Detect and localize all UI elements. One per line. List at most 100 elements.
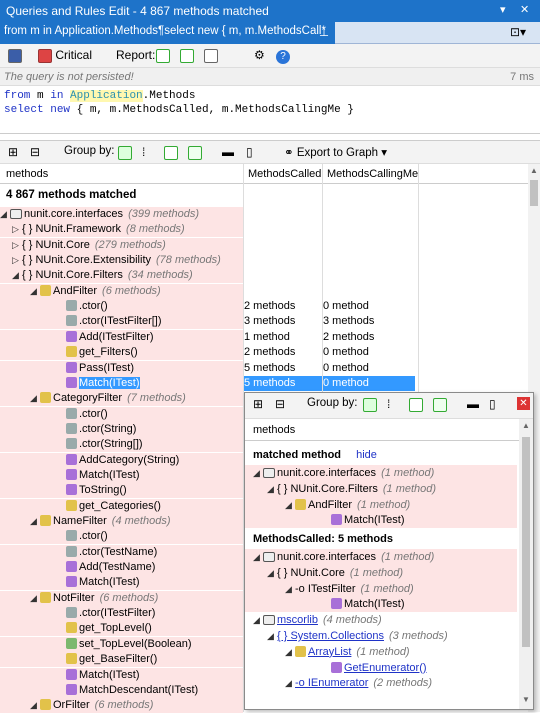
popup-tree-row[interactable]: ◢ nunit.core.interfaces (1 method) [245,465,517,481]
methods-called-cell[interactable]: 5 methods [244,375,322,391]
pin-icon[interactable]: ⊥ [319,25,329,39]
folder-icon[interactable]: ▬ [222,145,234,159]
group-tree-icon[interactable]: ⁞ [387,397,390,411]
help-icon[interactable]: ? [276,48,290,64]
report-table-icon[interactable] [156,48,170,63]
scroll-up-icon[interactable]: ▲ [530,166,538,175]
save-icon[interactable] [8,48,22,63]
methods-calling-me-cell[interactable]: 0 method [323,375,415,391]
gear-icon[interactable]: ⚙ [254,48,265,62]
popup-tree-row[interactable]: Match(ITest) [245,512,517,529]
tree-row[interactable]: ◢ nunit.core.interfaces (399 methods) [0,207,528,222]
tree-row[interactable]: ▷{ } NUnit.Framework (8 methods) [0,222,528,238]
column-methods[interactable]: methods [6,168,48,180]
scroll-thumb[interactable] [522,437,530,647]
collapse-all-icon[interactable]: ⊟ [275,397,285,411]
expand-arrow-icon[interactable]: ◢ [285,675,295,691]
expand-arrow-icon[interactable]: ◢ [30,514,40,529]
tree-row[interactable]: Pass(ITest) 5 methods 0 method [0,360,528,376]
document-icon[interactable]: ▯ [246,145,253,159]
column-methods-calling-me[interactable]: MethodsCallingMe [327,168,418,180]
expand-arrow-icon[interactable]: ◢ [253,465,263,481]
group-tree-icon[interactable]: ⁞ [142,145,145,159]
group-flat-icon[interactable] [409,397,423,412]
popup-tree-row[interactable]: ◢ mscorlib (4 methods) [245,612,517,628]
group-assembly-icon[interactable] [363,397,377,412]
window-menu-icon[interactable]: ⊡▾ [510,25,526,39]
group-flat-icon[interactable] [164,145,178,160]
close-popup-button[interactable]: ✕ [517,397,530,410]
report-chart-icon[interactable] [180,48,194,63]
scroll-up-icon[interactable]: ▲ [522,421,530,430]
expand-arrow-icon[interactable]: ◢ [30,284,40,299]
methods-called-cell[interactable]: 3 methods [244,314,322,329]
expand-arrow-icon[interactable]: ◢ [267,481,277,497]
methods-calling-me-cell[interactable]: 0 method [323,361,415,376]
export-to-graph-button[interactable]: ⚭ Export to Graph ▾ [284,145,387,159]
tree-row[interactable]: ▷{ } NUnit.Core.Extensibility (78 methods… [0,253,528,269]
scroll-down-icon[interactable]: ▼ [522,695,530,704]
expand-arrow-icon[interactable]: ◢ [30,591,40,606]
expand-arrow-icon[interactable]: ◢ [12,268,22,283]
popup-tree-row[interactable]: Match(ITest) [245,596,517,613]
dropdown-icon[interactable]: ▾ [500,3,506,16]
critical-button[interactable]: Critical [38,48,92,63]
expand-arrow-icon[interactable]: ◢ [267,628,277,644]
tree-row[interactable]: ◢{ } NUnit.Core.Filters (34 methods) [0,268,528,284]
tree-row[interactable]: .ctor(ITestFilter[]) 3 methods 3 methods [0,314,528,330]
popup-tree-label: nunit.core.interfaces [277,467,377,479]
tree-row[interactable]: Match(ITest) 5 methods 0 method [0,375,528,391]
expand-arrow-icon[interactable]: ◢ [30,698,40,713]
methods-calling-me-cell[interactable]: 3 methods [323,314,415,329]
query-tab[interactable]: from m in Application.Methods¶select new… [0,22,335,44]
column-methods-called[interactable]: MethodsCalled [248,168,321,180]
popup-scrollbar[interactable]: ▲ ▼ [519,419,533,709]
expand-arrow-icon[interactable]: ▷ [12,222,22,237]
methods-calling-me-cell[interactable]: 2 methods [323,330,415,345]
expand-arrow-icon[interactable]: ◢ [285,497,295,513]
popup-tree-row[interactable]: ◢ -o ITestFilter (1 method) [245,580,517,597]
popup-tree-row[interactable]: ◢ -o IEnumerator (2 methods) [245,675,517,691]
scroll-thumb[interactable] [530,180,538,206]
tree-row[interactable]: .ctor() 2 methods 0 method [0,299,528,315]
document-icon[interactable]: ▯ [489,397,496,411]
expand-arrow-icon[interactable]: ◢ [30,391,40,406]
popup-column-header[interactable]: methods [245,419,533,441]
expand-arrow-icon[interactable]: ◢ [253,612,263,628]
methods-calling-me-cell[interactable]: 0 method [323,345,415,360]
expand-arrow-icon[interactable]: ▷ [12,238,22,253]
methods-called-cell[interactable]: 2 methods [244,299,322,314]
hide-link[interactable]: hide [356,449,377,461]
tree-row[interactable]: ▷{ } NUnit.Core (279 methods) [0,237,528,253]
tree-row[interactable]: Add(ITestFilter) 1 method 2 methods [0,329,528,345]
close-icon[interactable]: ✕ [520,3,529,16]
group-assembly-icon[interactable] [118,145,132,160]
popup-tree-row[interactable]: GetEnumerator() [245,660,517,676]
report-options-icon[interactable] [204,48,218,63]
popup-tree-row[interactable]: ◢ nunit.core.interfaces (1 method) [245,549,517,565]
group-namespace-icon[interactable] [433,397,447,412]
query-editor[interactable]: from m in Application.Methods select new… [0,86,540,134]
tree-row[interactable]: ◢ AndFilter (6 methods) [0,283,528,299]
popup-tree-row[interactable]: ◢ ArrayList (1 method) [245,644,517,660]
expand-arrow-icon[interactable]: ◢ [0,207,10,222]
expand-arrow-icon[interactable]: ▷ [12,253,22,268]
expand-arrow-icon[interactable]: ◢ [267,565,277,581]
group-namespace-icon[interactable] [188,145,202,160]
methods-calling-me-cell[interactable]: 0 method [323,299,415,314]
popup-tree-row[interactable]: ◢{ } NUnit.Core (1 method) [245,564,517,581]
collapse-all-icon[interactable]: ⊟ [30,145,40,159]
methods-called-cell[interactable]: 5 methods [244,361,322,376]
expand-all-icon[interactable]: ⊞ [8,145,18,159]
tree-row[interactable]: get_Filters() 2 methods 0 method [0,345,528,361]
expand-arrow-icon[interactable]: ◢ [285,581,295,597]
popup-tree-row[interactable]: ◢{ } System.Collections (3 methods) [245,628,517,644]
popup-tree-row[interactable]: ◢{ } NUnit.Core.Filters (1 method) [245,480,517,497]
popup-tree-row[interactable]: ◢ AndFilter (1 method) [245,496,517,513]
methods-called-cell[interactable]: 2 methods [244,345,322,360]
folder-icon[interactable]: ▬ [467,397,479,411]
methods-called-cell[interactable]: 1 method [244,330,322,345]
expand-arrow-icon[interactable]: ◢ [253,549,263,565]
expand-arrow-icon[interactable]: ◢ [285,644,295,660]
expand-all-icon[interactable]: ⊞ [253,397,263,411]
